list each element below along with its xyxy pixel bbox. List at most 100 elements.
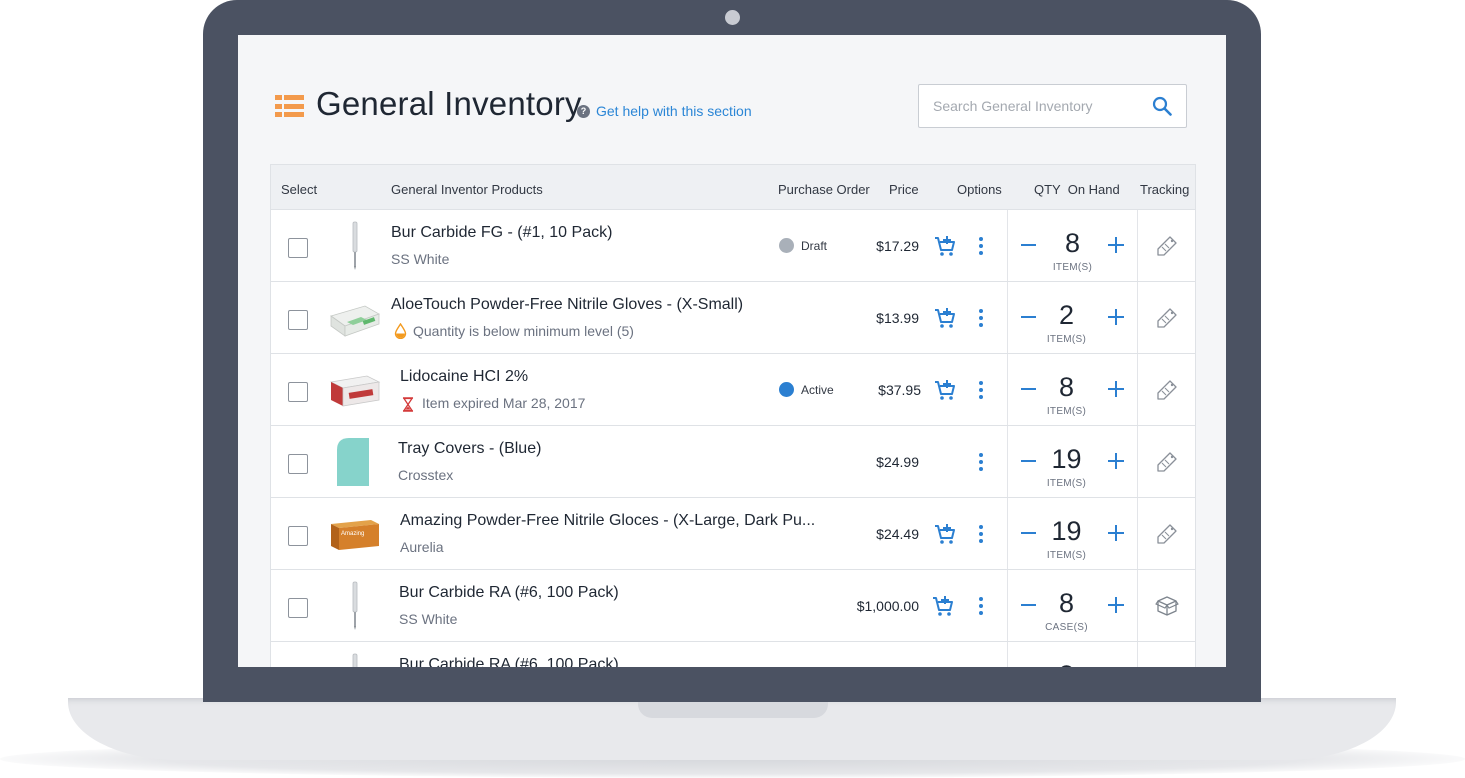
search-box [918, 84, 1187, 128]
col-qty[interactable]: QTY On Hand [1034, 182, 1120, 197]
add-to-cart-icon[interactable] [933, 522, 957, 546]
tag-icon[interactable] [1155, 666, 1179, 667]
qty-unit: ITEM(S) [1046, 334, 1087, 345]
options-icon[interactable] [978, 597, 984, 615]
help-link[interactable]: Get help with this section [596, 103, 752, 119]
price: $1,000.00 [856, 598, 919, 614]
increment-button[interactable] [1108, 453, 1124, 469]
add-to-cart-icon[interactable] [933, 234, 957, 258]
qty-stepper: 8 ITEM(S) [1007, 354, 1138, 425]
qty-stepper: 19 ITEM(S) [1007, 426, 1138, 497]
qty-unit: ITEM(S) [1046, 478, 1087, 489]
increment-button[interactable] [1108, 381, 1124, 397]
qty-unit: ITEM(S) [1046, 550, 1087, 561]
table-row[interactable]: AloeTouch Powder-Free Nitrile Gloves - (… [271, 282, 1195, 354]
tray-cover-icon [337, 438, 369, 486]
tag-icon[interactable] [1155, 522, 1179, 546]
price: $24.99 [876, 454, 919, 470]
add-to-cart-icon[interactable] [933, 378, 957, 402]
increment-button[interactable] [1108, 237, 1124, 253]
col-options: Options [957, 182, 1002, 197]
search-icon[interactable] [1152, 96, 1172, 116]
status-dot [779, 238, 794, 253]
product-name[interactable]: AloeTouch Powder-Free Nitrile Gloves - (… [391, 296, 743, 314]
options-icon[interactable] [978, 237, 984, 255]
glove-box-icon [330, 305, 380, 337]
options-icon[interactable] [978, 525, 984, 543]
svg-text:Amazing: Amazing [341, 531, 364, 537]
tag-icon[interactable] [1155, 450, 1179, 474]
col-price[interactable]: Price [889, 182, 919, 197]
drop-warning-icon [394, 323, 407, 339]
row-checkbox[interactable] [288, 454, 308, 474]
qty-stepper: 8 [1007, 642, 1138, 667]
price: $17.29 [876, 238, 919, 254]
qty-unit: CASE(S) [1045, 622, 1088, 633]
table-row[interactable]: Amazing Amazing Powder-Free Nitrile Gloc… [271, 498, 1195, 570]
orange-glove-box-icon: Amazing [331, 520, 379, 550]
table-row[interactable]: Tray Covers - (Blue) Crosstex $24.99 19 … [271, 426, 1195, 498]
table-row[interactable]: Bur Carbide RA (#6, 100 Pack) 8 [271, 642, 1195, 667]
table-row[interactable]: Bur Carbide RA (#6, 100 Pack) SS White $… [271, 570, 1195, 642]
product-vendor: Crosstex [398, 467, 454, 483]
row-checkbox[interactable] [288, 310, 308, 330]
product-warning: Item expired Mar 28, 2017 [422, 395, 586, 411]
product-name[interactable]: Lidocaine HCI 2% [400, 368, 528, 386]
row-checkbox[interactable] [288, 598, 308, 618]
product-name[interactable]: Bur Carbide RA (#6, 100 Pack) [399, 584, 619, 602]
increment-button[interactable] [1108, 597, 1124, 613]
product-name[interactable]: Amazing Powder-Free Nitrile Gloces - (X-… [400, 512, 815, 530]
increment-button[interactable] [1108, 309, 1124, 325]
inventory-table: Select General Inventor Products Purchas… [270, 164, 1196, 667]
table-row[interactable]: Bur Carbide FG - (#1, 10 Pack) SS White … [271, 210, 1195, 282]
product-vendor: SS White [391, 251, 450, 267]
qty-stepper: 8 CASE(S) [1007, 570, 1138, 641]
price: $13.99 [876, 310, 919, 326]
camera-icon [725, 10, 740, 25]
status-label: Active [801, 383, 834, 397]
qty-value: 8 [1002, 660, 1131, 667]
increment-button[interactable] [1108, 525, 1124, 541]
col-purchase-order[interactable]: Purchase Order [778, 182, 870, 197]
row-checkbox[interactable] [288, 382, 308, 402]
tag-icon[interactable] [1155, 234, 1179, 258]
row-checkbox[interactable] [288, 526, 308, 546]
page-title: General Inventory [316, 85, 582, 122]
status-label: Draft [801, 239, 828, 253]
qty-stepper: 19 ITEM(S) [1007, 498, 1138, 569]
row-checkbox[interactable] [288, 238, 308, 258]
product-name[interactable]: Bur Carbide RA (#6, 100 Pack) [399, 656, 619, 667]
search-input[interactable] [919, 85, 1144, 127]
add-to-cart-icon[interactable] [931, 594, 955, 618]
product-name[interactable]: Tray Covers - (Blue) [398, 440, 541, 458]
product-warning: Quantity is below minimum level (5) [413, 323, 634, 339]
hourglass-icon [402, 397, 414, 412]
qty-stepper: 8 ITEM(S) [1007, 210, 1138, 281]
bur-icon [352, 581, 358, 630]
options-icon[interactable] [978, 453, 984, 471]
list-icon [275, 95, 304, 117]
app-screen: General Inventory ? Get help with this s… [238, 35, 1226, 667]
table-row[interactable]: Lidocaine HCI 2% Item expired Mar 28, 20… [271, 354, 1195, 426]
product-name[interactable]: Bur Carbide FG - (#1, 10 Pack) [391, 224, 612, 242]
qty-unit: ITEM(S) [1052, 262, 1093, 273]
tag-icon[interactable] [1155, 306, 1179, 330]
bur-icon [352, 221, 358, 270]
qty-unit: ITEM(S) [1046, 406, 1087, 417]
add-to-cart-icon[interactable] [931, 666, 955, 667]
add-to-cart-icon[interactable] [933, 306, 957, 330]
col-products[interactable]: General Inventor Products [391, 182, 543, 197]
product-vendor: SS White [399, 611, 458, 627]
box-icon[interactable] [1155, 594, 1179, 618]
tag-icon[interactable] [1155, 378, 1179, 402]
options-icon[interactable] [978, 381, 984, 399]
price: $37.95 [878, 382, 921, 398]
table-header: Select General Inventor Products Purchas… [271, 165, 1195, 210]
product-vendor: Aurelia [400, 539, 444, 555]
help-icon[interactable]: ? [577, 105, 590, 118]
col-select[interactable]: Select [281, 182, 317, 197]
laptop-mockup: General Inventory ? Get help with this s… [0, 0, 1465, 778]
price: $24.49 [876, 526, 919, 542]
col-tracking: Tracking [1140, 182, 1190, 197]
options-icon[interactable] [978, 309, 984, 327]
